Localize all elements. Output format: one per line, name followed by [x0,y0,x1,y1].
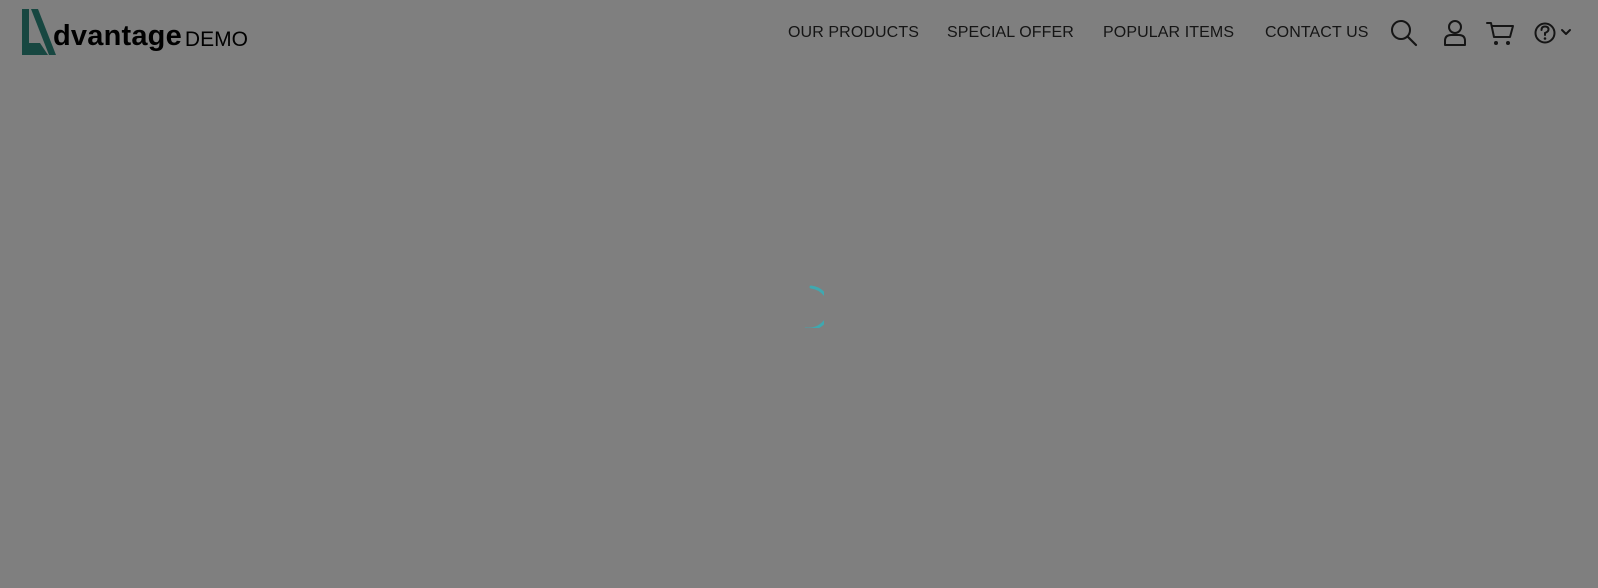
loading-overlay [0,0,1598,588]
spinner-icon [804,285,824,328]
loading-spinner [780,284,824,328]
